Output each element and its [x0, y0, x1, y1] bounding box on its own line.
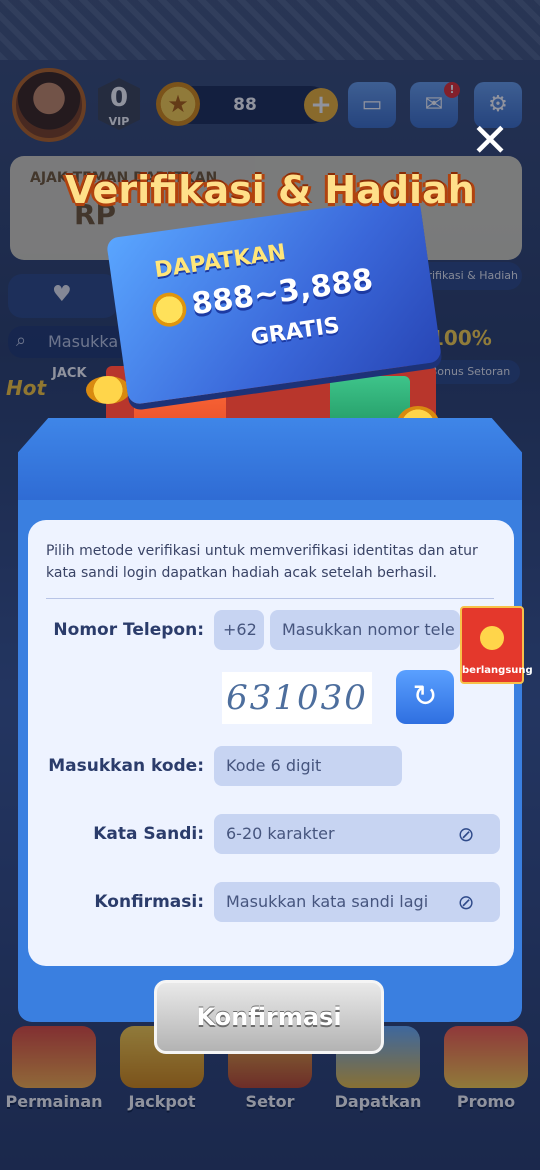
divider: [46, 598, 494, 599]
description: Pilih metode verifikasi untuk memverifik…: [46, 543, 478, 581]
phone-label: Nomor Telepon:: [53, 620, 204, 640]
confirm-button[interactable]: Konfirmasi: [154, 980, 384, 1054]
code-label: Masukkan kode:: [48, 756, 204, 776]
phone-input[interactable]: Masukkan nomor tele: [270, 610, 460, 650]
country-code-select[interactable]: +62: [214, 610, 264, 650]
confirm-password-label: Konfirmasi:: [94, 892, 204, 912]
password-label: Kata Sandi:: [93, 824, 204, 844]
modal-title: Verifikasi & Hadiah: [65, 168, 475, 212]
card-free-text: GRATIS: [249, 313, 342, 351]
refresh-captcha-button[interactable]: ↻: [396, 670, 454, 724]
side-promo-label: berlangsung: [462, 665, 533, 676]
coin-icon: [480, 626, 504, 650]
eye-off-icon[interactable]: ⊘: [446, 820, 486, 848]
code-input[interactable]: Kode 6 digit: [214, 746, 402, 786]
eye-off-icon[interactable]: ⊘: [446, 888, 486, 916]
refresh-icon: ↻: [412, 679, 438, 714]
coin-stack: [86, 376, 130, 404]
captcha-image: 631030: [222, 672, 372, 724]
close-icon[interactable]: ✕: [468, 117, 512, 163]
panel-header: [18, 418, 522, 504]
side-promo-envelope[interactable]: berlangsung: [460, 606, 533, 684]
star-coin-icon: [150, 290, 189, 329]
